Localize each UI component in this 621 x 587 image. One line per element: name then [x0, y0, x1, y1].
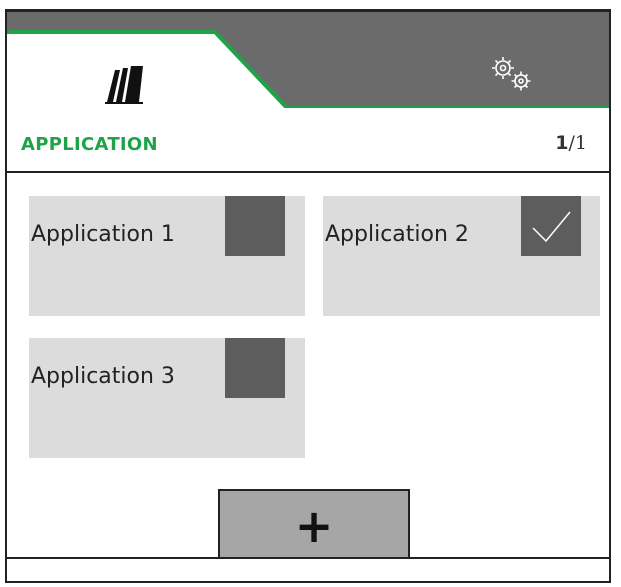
application-label: Application 1: [31, 222, 175, 247]
application-card-3[interactable]: Application 3: [29, 338, 305, 458]
footer-divider: [7, 557, 609, 559]
application-card-2[interactable]: Application 2: [323, 196, 600, 316]
page-title: APPLICATION: [21, 134, 158, 155]
plus-icon: +: [294, 499, 334, 553]
header-divider: [7, 171, 609, 173]
page-total: /1: [568, 132, 588, 154]
application-label: Application 3: [31, 364, 175, 389]
application-checkbox[interactable]: [225, 338, 285, 398]
add-application-button[interactable]: +: [218, 489, 410, 557]
page-current: 1: [555, 132, 569, 154]
tab-application[interactable]: [103, 62, 147, 106]
application-checkbox[interactable]: [225, 196, 285, 256]
checkmark-icon: [532, 211, 571, 243]
tab-settings[interactable]: [487, 52, 537, 96]
application-checkbox[interactable]: [521, 196, 581, 256]
application-field-icon: [105, 66, 143, 104]
tab-bar: [7, 12, 609, 108]
frame-border-right: [609, 9, 611, 583]
application-label: Application 2: [325, 222, 469, 247]
frame-border-bottom: [5, 581, 611, 583]
page-counter: 1/1: [555, 132, 587, 154]
settings-gears-icon: [492, 57, 531, 91]
page-header: APPLICATION 1/1: [7, 108, 609, 168]
application-card-1[interactable]: Application 1: [29, 196, 305, 316]
